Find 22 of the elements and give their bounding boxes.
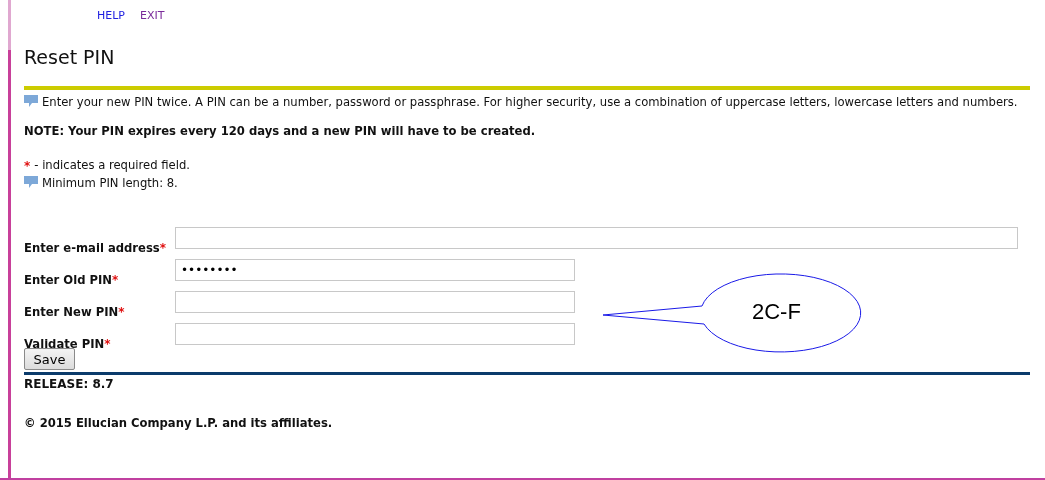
save-button[interactable]: Save [24,348,75,370]
field-label: Enter e-mail address* [24,241,167,255]
speech-bubble-icon [24,95,38,107]
callout-text: 2C-F [752,299,801,325]
input-field[interactable] [175,227,1018,249]
nav-link[interactable]: EXIT [140,9,165,22]
note-text: NOTE: Your PIN expires every 120 days and a new PIN will have to be created. [24,124,537,139]
nav-link[interactable]: HELP [97,9,125,22]
field-label: Validate PIN* [24,337,112,351]
field-label: Enter New PIN* [24,305,126,319]
required-mark: * [24,158,31,173]
page-title: Reset PIN [24,46,116,68]
copyright-text: © 2015 Ellucian Company L.P. and its affiliates. [24,416,334,431]
field-label: Enter Old PIN* [24,273,120,287]
required-legend-text: - indicates a required field. [34,158,190,173]
release-text: RELEASE: 8.7 [24,377,115,392]
input-field[interactable]: •••••••• [175,259,575,281]
min-length-text: Minimum PIN length: 8. [42,176,178,191]
speech-bubble-icon [24,176,38,188]
input-field[interactable] [175,291,575,313]
input-field[interactable] [175,323,575,345]
instructions-text: Enter your new PIN twice. A PIN can be a number, password or passphrase. For higher security, use a combination of uppercase letters, lowercase letters and numbers. [42,95,1019,110]
